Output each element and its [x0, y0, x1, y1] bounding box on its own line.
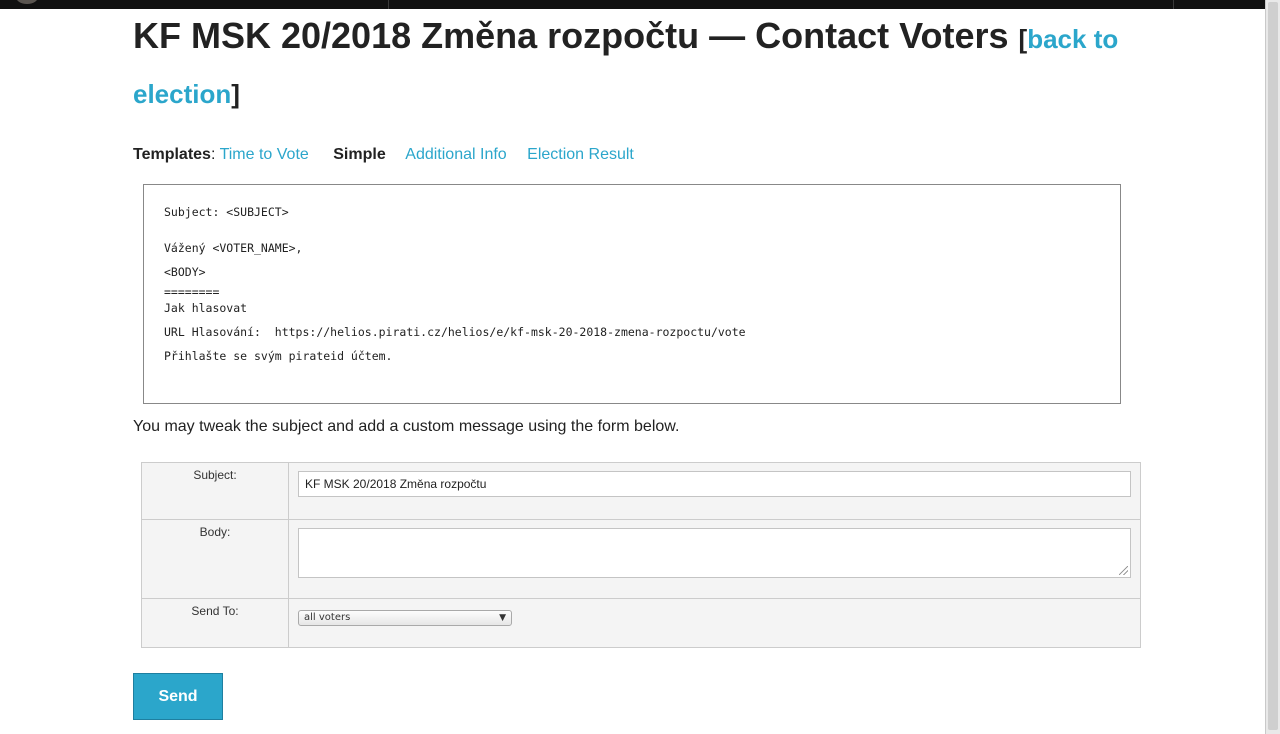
template-additional-info-link[interactable]: Additional Info	[405, 146, 506, 163]
top-bar-divider	[388, 0, 389, 9]
email-preview: Subject: <SUBJECT> Vážený <VOTER_NAME>, …	[143, 184, 1121, 404]
contact-form: Subject: KF MSK 20/2018 Změna rozpočtu B…	[141, 462, 1141, 648]
subject-field-cell: KF MSK 20/2018 Změna rozpočtu	[288, 462, 1141, 520]
page-title-text: KF MSK 20/2018 Změna rozpočtu — Contact …	[133, 15, 1009, 56]
preview-how-to-vote: Jak hlasovat	[164, 301, 248, 315]
send-button[interactable]: Send	[133, 673, 223, 720]
preview-subject-line: Subject: <SUBJECT>	[164, 205, 289, 219]
form-row-subject: Subject: KF MSK 20/2018 Změna rozpočtu	[141, 462, 1141, 520]
form-row-send-to: Send To: all voters ▼	[141, 598, 1141, 648]
template-simple-current: Simple	[333, 146, 386, 163]
page-title: KF MSK 20/2018 Změna rozpočtu — Contact …	[133, 10, 1143, 120]
body-textarea[interactable]	[298, 528, 1131, 578]
preview-login-line: Přihlašte se svým pirateid účtem.	[164, 349, 393, 363]
form-row-body: Body:	[141, 519, 1141, 599]
main-content: KF MSK 20/2018 Změna rozpočtu — Contact …	[133, 10, 1143, 720]
instructions-text: You may tweak the subject and add a cust…	[133, 418, 680, 435]
preview-url-line: URL Hlasování: https://helios.pirati.cz/…	[164, 325, 746, 339]
scrollbar-thumb[interactable]	[1268, 2, 1278, 730]
subject-input[interactable]: KF MSK 20/2018 Změna rozpočtu	[298, 471, 1131, 497]
preview-spacer	[164, 227, 1100, 239]
vertical-scrollbar[interactable]	[1265, 0, 1280, 734]
body-field-cell	[288, 519, 1141, 599]
preview-greeting: Vážený <VOTER_NAME>,	[164, 241, 303, 255]
send-to-field-cell: all voters ▼	[288, 598, 1141, 648]
bracket-open: [	[1018, 24, 1028, 54]
avatar[interactable]	[16, 0, 38, 4]
template-election-result-link[interactable]: Election Result	[527, 146, 634, 163]
send-to-selected-value: all voters	[304, 612, 351, 623]
preview-separator: ========	[164, 285, 220, 299]
preview-body-placeholder: <BODY>	[164, 265, 206, 279]
templates-colon: :	[210, 146, 216, 163]
subject-label: Subject:	[141, 462, 289, 520]
send-to-select[interactable]: all voters ▼	[298, 610, 512, 626]
bracket-close: ]	[231, 79, 240, 109]
body-label: Body:	[141, 519, 289, 599]
send-to-label: Send To:	[141, 598, 289, 648]
chevron-down-icon: ▼	[499, 613, 506, 623]
top-bar-divider	[1173, 0, 1174, 9]
templates-label: Templates	[133, 146, 211, 163]
resize-grip-icon[interactable]	[1119, 566, 1128, 575]
templates-nav: Templates: Time to Vote Simple Additiona…	[133, 145, 1143, 165]
browser-top-bar	[0, 0, 1265, 9]
template-time-to-vote-link[interactable]: Time to Vote	[220, 146, 309, 163]
